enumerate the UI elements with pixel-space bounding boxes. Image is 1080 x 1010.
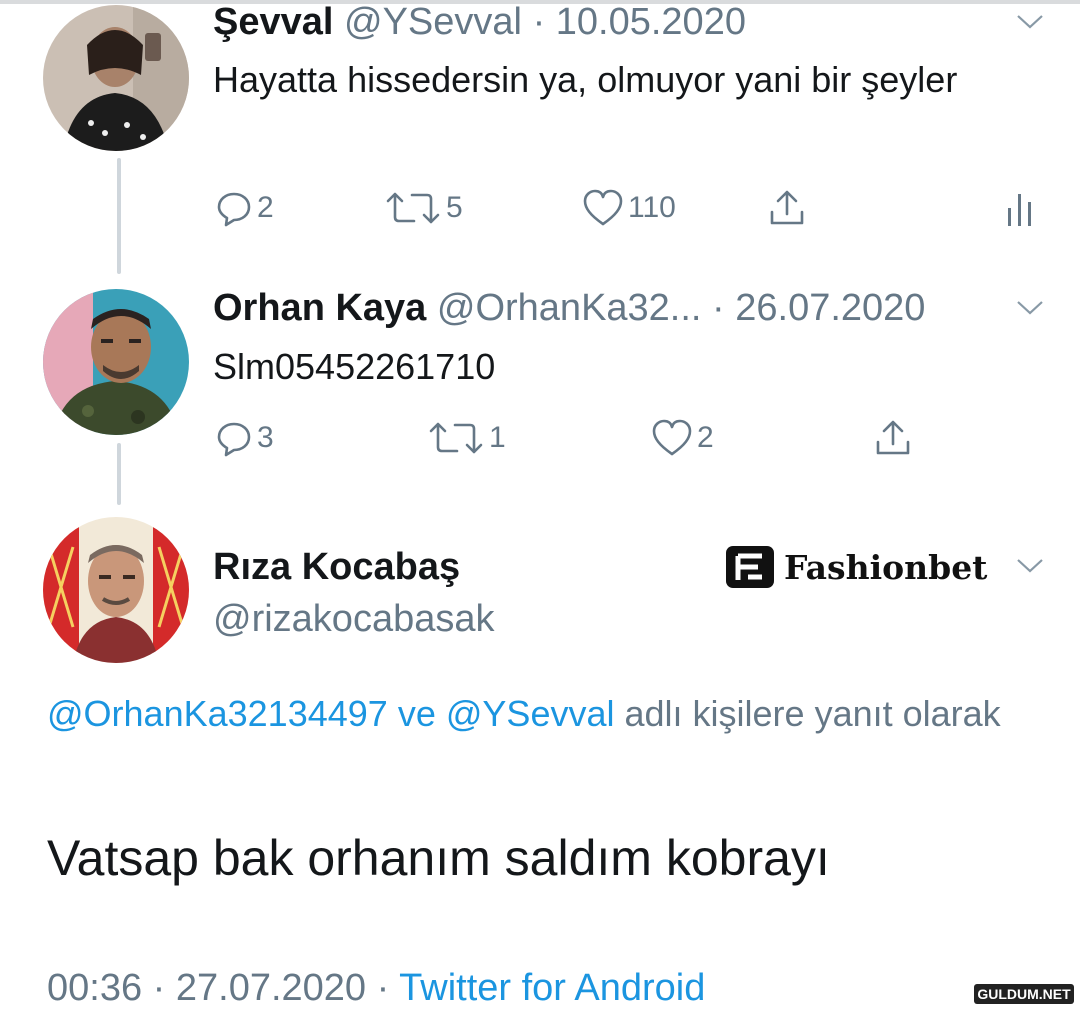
- reply-mention-sevval[interactable]: @YSevval: [446, 693, 615, 734]
- watermark: GULDUM.NET: [974, 984, 1074, 1004]
- reply-button[interactable]: 3: [215, 416, 274, 460]
- retweet-count: 5: [446, 191, 463, 224]
- heart-icon: [583, 189, 623, 226]
- tweet-header: Şevval @YSevval · 10.05.2020: [213, 0, 746, 44]
- retweet-count: 1: [489, 421, 506, 454]
- reply-suffix: adlı kişilere yanıt olarak: [624, 693, 1001, 734]
- share-icon[interactable]: [873, 418, 913, 458]
- reply-button[interactable]: 2: [215, 186, 274, 230]
- reply-icon: [217, 422, 251, 457]
- avatar-orhan[interactable]: [43, 289, 189, 435]
- heart-icon: [652, 419, 692, 456]
- like-button[interactable]: 2: [651, 416, 714, 460]
- like-count: 110: [628, 191, 676, 224]
- reply-count: 3: [257, 421, 274, 454]
- chevron-down-icon[interactable]: [1015, 556, 1045, 576]
- reply-context: @OrhanKa32134497 ve @YSevval adlı kişile…: [47, 686, 1057, 742]
- retweet-icon: [386, 192, 440, 224]
- reply-mention-orhan[interactable]: @OrhanKa32134497: [47, 693, 388, 734]
- author-name[interactable]: Şevval: [213, 1, 333, 43]
- author-handle[interactable]: @OrhanKa32...: [437, 287, 702, 329]
- tweet-date[interactable]: · 10.05.2020: [533, 1, 746, 43]
- fashionbet-logo-icon: [726, 546, 774, 588]
- retweet-button[interactable]: 1: [427, 416, 506, 460]
- author-handle[interactable]: @rizakocabasak: [213, 597, 494, 641]
- share-icon[interactable]: [767, 188, 807, 228]
- avatar-riza[interactable]: [43, 517, 189, 663]
- main-tweet-text: Vatsap bak orhanım saldım kobrayı: [47, 830, 830, 886]
- tweet-date[interactable]: · 26.07.2020: [712, 287, 925, 329]
- logo-text: Fashionbet: [784, 547, 988, 587]
- tweet-source[interactable]: Twitter for Android: [399, 967, 705, 1009]
- tweet-timestamp[interactable]: 00:36 · 27.07.2020 ·: [47, 967, 389, 1009]
- chevron-down-icon[interactable]: [1015, 298, 1045, 318]
- fashionbet-logo: Fashionbet: [724, 544, 987, 590]
- reply-icon: [217, 192, 251, 227]
- tweet-text: Slm05452261710: [213, 346, 496, 387]
- tweet-meta: 00:36 · 27.07.2020 · Twitter for Android: [47, 966, 705, 1010]
- author-handle[interactable]: @YSevval: [344, 1, 522, 43]
- reply-connector: ve: [397, 693, 436, 734]
- retweet-icon: [429, 422, 483, 454]
- retweet-button[interactable]: 5: [384, 186, 463, 230]
- avatar-sevval[interactable]: [43, 5, 189, 151]
- tweet-text: Hayatta hissedersin ya, olmuyor yani bir…: [213, 59, 958, 100]
- reply-count: 2: [257, 191, 274, 224]
- like-button[interactable]: 110: [582, 186, 676, 230]
- analytics-icon[interactable]: [1005, 190, 1035, 228]
- tweet-header: Orhan Kaya @OrhanKa32... · 26.07.2020: [213, 286, 925, 330]
- chevron-down-icon[interactable]: [1015, 12, 1045, 32]
- thread-line: [117, 158, 121, 274]
- thread-line: [117, 443, 121, 505]
- like-count: 2: [697, 421, 714, 454]
- author-name[interactable]: Orhan Kaya: [213, 287, 426, 329]
- author-name[interactable]: Rıza Kocabaş: [213, 545, 460, 589]
